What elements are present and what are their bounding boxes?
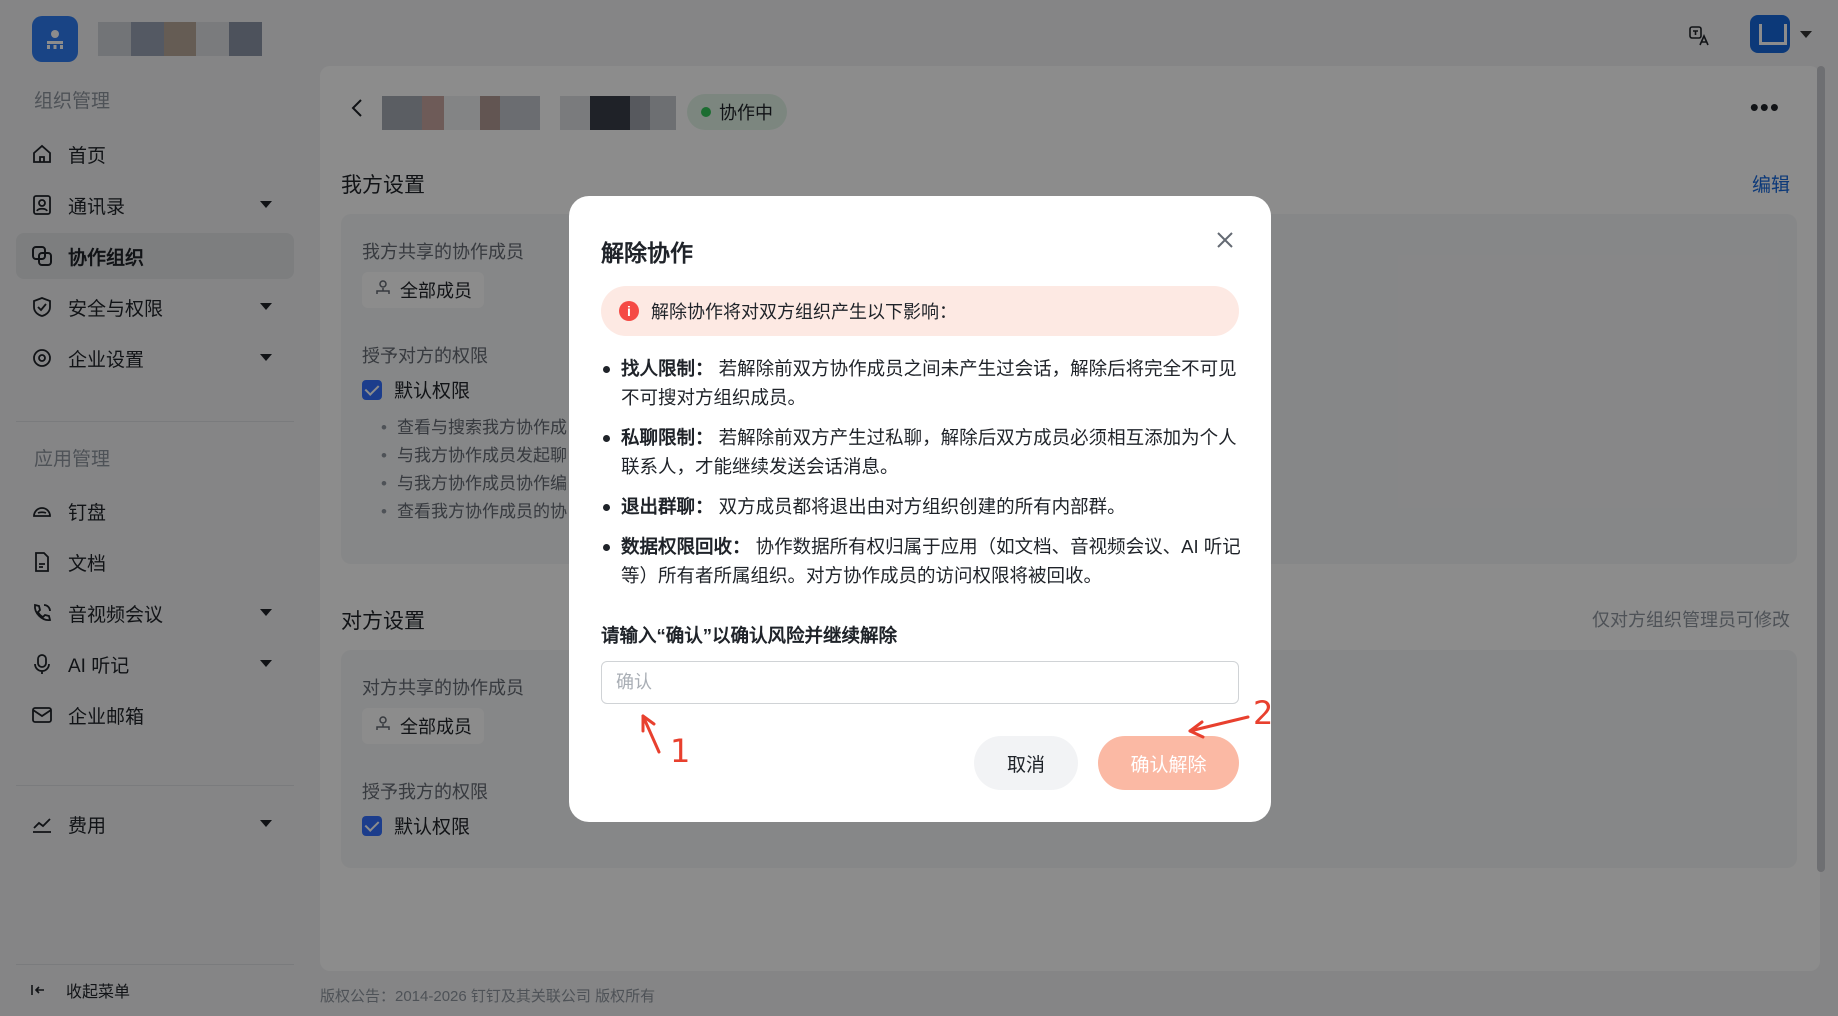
annotation-arrows xyxy=(641,714,1250,754)
annotation-number-1: 1 xyxy=(670,732,691,770)
annotation-number-2: 2 xyxy=(1253,694,1274,732)
